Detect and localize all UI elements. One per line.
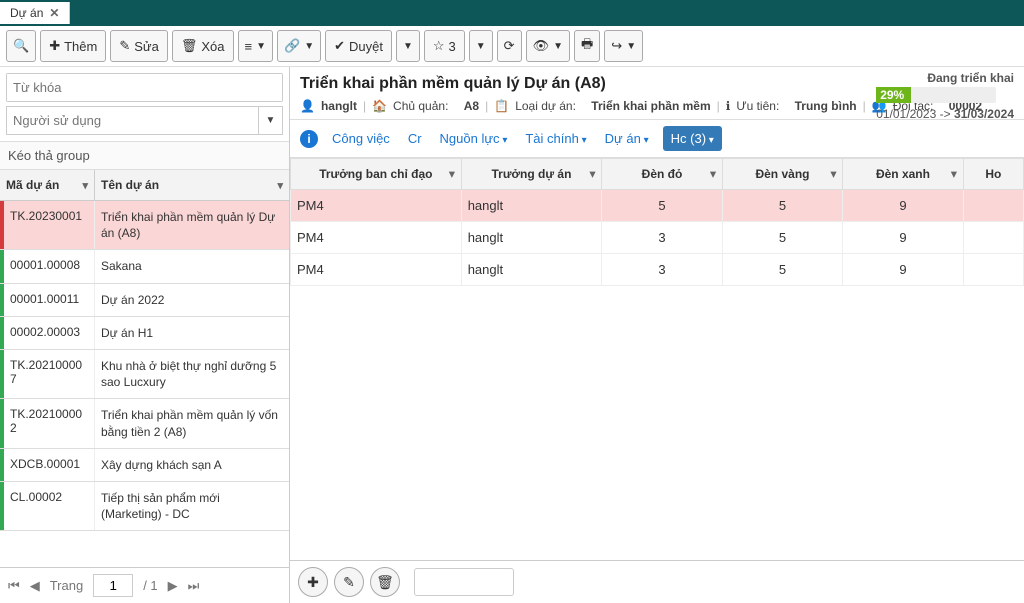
close-icon[interactable]: ✕ xyxy=(49,6,59,20)
filter-icon[interactable]: ▾ xyxy=(277,179,283,192)
chevron-down-icon[interactable]: ▼ xyxy=(258,107,282,134)
module-tab-label: Dự án xyxy=(10,6,43,20)
module-tab[interactable]: Dự án ✕ xyxy=(0,2,70,24)
tab-work[interactable]: Công việc xyxy=(328,128,394,149)
first-page-icon[interactable]: ⏮ xyxy=(8,578,20,594)
list-icon: 📋 xyxy=(494,99,509,113)
delete-button[interactable]: 🗑Xóa xyxy=(172,30,234,62)
pencil-icon: ✎ xyxy=(119,38,130,54)
tab-resource[interactable]: Nguồn lực xyxy=(436,128,512,149)
chevron-down-icon: ▼ xyxy=(256,41,266,52)
table-row[interactable]: CL.00002Tiếp thị sản phẩm mới (Marketing… xyxy=(0,482,289,531)
filter-icon[interactable]: ▾ xyxy=(951,168,957,181)
tab-finance[interactable]: Tài chính xyxy=(521,128,590,149)
status-label: Đang triển khai xyxy=(876,71,1014,85)
search-button[interactable]: 🔍 xyxy=(6,30,36,62)
check-icon: ✔ xyxy=(334,38,345,54)
last-page-icon[interactable]: ⏭ xyxy=(188,578,200,594)
tab-hc-active[interactable]: Hc (3) xyxy=(663,126,722,151)
tab-project[interactable]: Dự án xyxy=(601,128,653,149)
binoculars-icon: 🔍 xyxy=(13,38,29,54)
detail-panel: Triển khai phần mềm quản lý Dự án (A8) 👤… xyxy=(290,67,1024,603)
table-row[interactable]: PM4hanglt359 xyxy=(291,254,1024,286)
table-row[interactable]: TK.202100002Triển khai phần mềm quản lý … xyxy=(0,399,289,448)
chevron-down-icon: ▼ xyxy=(626,41,636,52)
table-row[interactable]: 00001.00011Dự án 2022 xyxy=(0,284,289,317)
table-row[interactable]: XDCB.00001Xây dựng khách sạn A xyxy=(0,449,289,482)
keyword-input[interactable] xyxy=(7,74,282,101)
grid-edit-button[interactable]: ✎ xyxy=(334,567,364,597)
group-drop-area[interactable]: Kéo thả group xyxy=(0,141,289,170)
plus-icon: ✚ xyxy=(49,38,60,54)
link-button[interactable]: 🔗 ▼ xyxy=(277,30,321,62)
detail-grid: Trưởng ban chỉ đạo▾ Trưởng dự án▾ Đèn đỏ… xyxy=(290,158,1024,286)
progress-bar: 29% xyxy=(876,87,996,103)
home-icon: 🏠 xyxy=(372,99,387,113)
grid-add-button[interactable]: ✚ xyxy=(298,567,328,597)
view-button[interactable]: 👁 ▼ xyxy=(526,30,570,62)
next-page-icon[interactable]: ▶ xyxy=(168,578,178,594)
filter-icon[interactable]: ▾ xyxy=(82,179,88,192)
grid-search-input[interactable] xyxy=(414,568,514,596)
chevron-down-icon: ▼ xyxy=(403,41,413,52)
prev-page-icon[interactable]: ◀ xyxy=(30,578,40,594)
approve-button[interactable]: ✔Duyệt xyxy=(325,30,392,62)
trash-icon: 🗑 xyxy=(181,38,198,54)
star-button[interactable]: ☆3 xyxy=(424,30,465,62)
filter-icon[interactable]: ▾ xyxy=(831,168,837,181)
refresh-button[interactable]: ⟳ xyxy=(497,30,522,62)
add-button[interactable]: ✚Thêm xyxy=(40,30,106,62)
approve-dropdown[interactable]: ▼ xyxy=(396,30,420,62)
left-panel: ▼ Kéo thả group Mã dự án▾ Tên dự án▾ TK.… xyxy=(0,67,290,603)
info-icon: ℹ xyxy=(726,99,731,113)
print-button[interactable]: 🖶 xyxy=(574,30,600,62)
table-row[interactable]: PM4hanglt359 xyxy=(291,222,1024,254)
table-row[interactable]: TK.20230001Triển khai phần mềm quản lý D… xyxy=(0,201,289,250)
share-button[interactable]: ↪ ▼ xyxy=(604,30,643,62)
chevron-down-icon: ▼ xyxy=(476,41,486,52)
edit-button[interactable]: ✎Sửa xyxy=(110,30,168,62)
user-select[interactable] xyxy=(7,107,258,134)
grid-toolbar: ✚ ✎ 🗑 xyxy=(290,560,1024,603)
star-dropdown[interactable]: ▼ xyxy=(469,30,493,62)
detail-tabs: i Công việc Cr Nguồn lực Tài chính Dự án… xyxy=(290,120,1024,158)
filter-icon[interactable]: ▾ xyxy=(449,168,455,181)
user-icon: 👤 xyxy=(300,99,315,113)
star-icon: ☆ xyxy=(433,38,445,54)
app-top-bar: Dự án ✕ xyxy=(0,0,1024,26)
main-toolbar: 🔍 ✚Thêm ✎Sửa 🗑Xóa ≡ ▼ 🔗 ▼ ✔Duyệt ▼ ☆3 ▼ … xyxy=(0,26,1024,67)
table-row[interactable]: 00001.00008Sakana xyxy=(0,250,289,283)
tab-cr[interactable]: Cr xyxy=(404,128,426,149)
table-row[interactable]: PM4hanglt559 xyxy=(291,190,1024,222)
filter-icon[interactable]: ▾ xyxy=(710,168,716,181)
left-grid-header: Mã dự án▾ Tên dự án▾ xyxy=(0,170,289,201)
menu-button[interactable]: ≡ ▼ xyxy=(238,30,274,62)
table-row[interactable]: TK.202100007Khu nhà ở biệt thự nghỉ dưỡn… xyxy=(0,350,289,399)
filter-icon[interactable]: ▾ xyxy=(590,168,596,181)
grid-delete-button[interactable]: 🗑 xyxy=(370,567,400,597)
info-icon[interactable]: i xyxy=(300,130,318,148)
chevron-down-icon: ▼ xyxy=(553,41,563,52)
pager: ⏮ ◀ Trang / 1 ▶ ⏭ xyxy=(0,567,289,603)
table-row[interactable]: 00002.00003Dự án H1 xyxy=(0,317,289,350)
chevron-down-icon: ▼ xyxy=(304,41,314,52)
